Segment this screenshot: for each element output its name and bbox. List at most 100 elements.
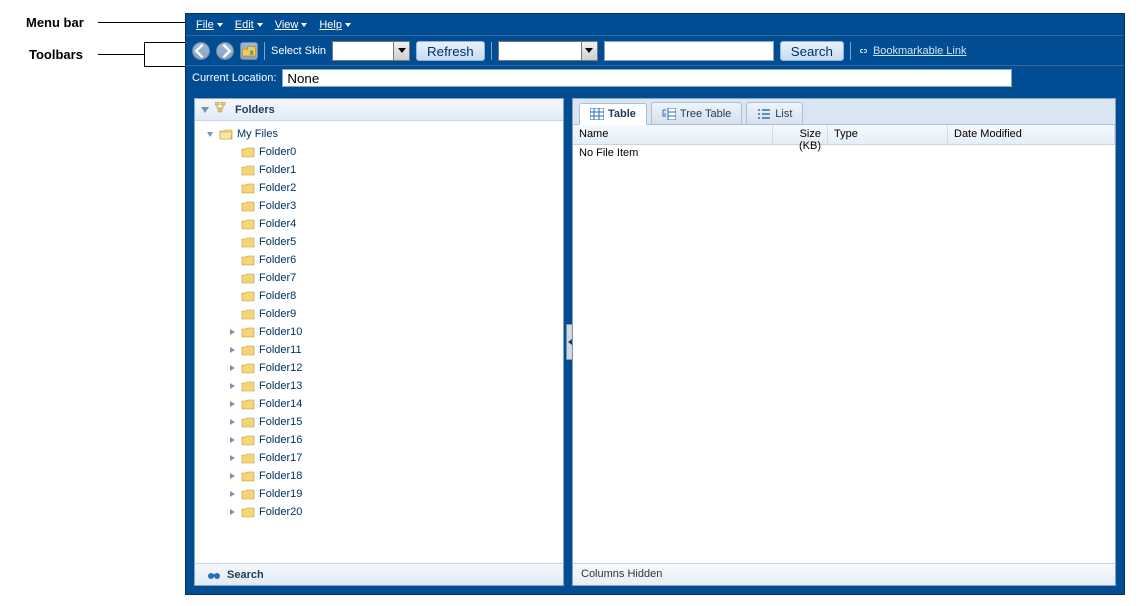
tree-node-folder4[interactable]: Folder4	[227, 215, 563, 233]
tree-node-label: Folder0	[259, 146, 296, 158]
tree-node-folder19[interactable]: Folder19	[227, 485, 563, 503]
twist-closed-icon[interactable]	[227, 345, 237, 355]
tree-node-folder5[interactable]: Folder5	[227, 233, 563, 251]
tab-tree-table[interactable]: Tree Table	[651, 102, 742, 124]
tree-node-label: Folder9	[259, 308, 296, 320]
tree-node-folder14[interactable]: Folder14	[227, 395, 563, 413]
folder-icon	[241, 488, 255, 500]
current-location-label: Current Location:	[192, 72, 276, 84]
app-frame: File Edit View Help Select Skin Refresh …	[185, 13, 1125, 595]
nav-forward-button[interactable]	[216, 42, 234, 60]
refresh-button[interactable]: Refresh	[416, 41, 485, 61]
toolbar-separator	[850, 42, 851, 60]
tree-node-folder16[interactable]: Folder16	[227, 431, 563, 449]
col-header-date[interactable]: Date Modified	[948, 125, 1115, 144]
col-header-type[interactable]: Type	[828, 125, 948, 144]
search-input[interactable]	[604, 41, 774, 61]
tree-node-label: Folder12	[259, 362, 302, 374]
toolbar-separator	[491, 42, 492, 60]
folder-icon	[241, 218, 255, 230]
tab-table[interactable]: Table	[579, 103, 647, 125]
binoculars-icon	[207, 569, 221, 581]
folder-icon	[241, 362, 255, 374]
menu-view[interactable]: View	[271, 17, 312, 33]
menu-help[interactable]: Help	[315, 17, 355, 33]
tree-node-label: Folder10	[259, 326, 302, 338]
tree-node-folder15[interactable]: Folder15	[227, 413, 563, 431]
select-skin-dropdown[interactable]	[332, 41, 410, 61]
tree-node-folder2[interactable]: Folder2	[227, 179, 563, 197]
tree-root-label: My Files	[237, 128, 278, 140]
list-icon	[757, 108, 771, 120]
tree-node-label: Folder16	[259, 434, 302, 446]
tree-node-folder3[interactable]: Folder3	[227, 197, 563, 215]
twist-closed-icon[interactable]	[227, 471, 237, 481]
tree-node-folder20[interactable]: Folder20	[227, 503, 563, 521]
folders-tree: My Files Folder0 Folder1 Folder2 Folder3 Fol…	[195, 121, 563, 563]
tree-node-folder7[interactable]: Folder7	[227, 269, 563, 287]
current-location-input[interactable]	[282, 69, 1012, 87]
folder-icon	[241, 200, 255, 212]
folder-icon	[241, 380, 255, 392]
tree-root-myfiles[interactable]: My Files	[205, 125, 563, 143]
annotation-line	[144, 66, 185, 67]
tree-node-folder1[interactable]: Folder1	[227, 161, 563, 179]
twist-closed-icon[interactable]	[227, 417, 237, 427]
folders-panel: Folders My Files Folder0 Folder1 Folder2 Fo…	[194, 98, 564, 586]
twist-closed-icon[interactable]	[227, 489, 237, 499]
tree-node-folder8[interactable]: Folder8	[227, 287, 563, 305]
tree-node-folder10[interactable]: Folder10	[227, 323, 563, 341]
twist-closed-icon[interactable]	[227, 363, 237, 373]
folder-icon	[241, 434, 255, 446]
annotation-line	[98, 54, 144, 55]
folder-icon	[241, 398, 255, 410]
menu-file[interactable]: File	[192, 17, 227, 33]
tree-node-folder0[interactable]: Folder0	[227, 143, 563, 161]
menu-view-label: View	[275, 19, 299, 31]
annotation-line	[98, 22, 186, 23]
tree-node-label: Folder18	[259, 470, 302, 482]
twist-closed-icon[interactable]	[227, 507, 237, 517]
annotation-line	[144, 42, 185, 43]
dropdown-arrow-icon	[393, 42, 409, 60]
tree-node-folder17[interactable]: Folder17	[227, 449, 563, 467]
twist-closed-icon[interactable]	[227, 453, 237, 463]
menu-edit[interactable]: Edit	[231, 17, 267, 33]
col-header-name[interactable]: Name	[573, 125, 773, 144]
nav-up-button[interactable]	[240, 42, 258, 60]
search-panel-header[interactable]: Search	[195, 563, 563, 585]
folder-icon	[241, 416, 255, 428]
bookmarkable-link[interactable]: Bookmarkable Link	[857, 45, 967, 57]
link-icon	[857, 45, 869, 57]
twist-closed-icon[interactable]	[227, 327, 237, 337]
tree-node-folder6[interactable]: Folder6	[227, 251, 563, 269]
twist-closed-icon[interactable]	[227, 381, 237, 391]
tree-node-label: Folder11	[259, 344, 302, 356]
nav-back-button[interactable]	[192, 42, 210, 60]
tree-node-label: Folder3	[259, 200, 296, 212]
table-icon	[590, 108, 604, 120]
twist-closed-icon[interactable]	[227, 399, 237, 409]
tree-node-label: Folder2	[259, 182, 296, 194]
col-header-size[interactable]: Size (KB)	[773, 125, 828, 144]
tree-node-folder12[interactable]: Folder12	[227, 359, 563, 377]
search-button[interactable]: Search	[780, 41, 844, 61]
tree-node-folder9[interactable]: Folder9	[227, 305, 563, 323]
search-scope-dropdown[interactable]	[498, 41, 598, 61]
tree-node-folder11[interactable]: Folder11	[227, 341, 563, 359]
twist-open-icon[interactable]	[205, 129, 215, 139]
disclosure-down-icon	[201, 107, 209, 113]
folders-panel-header[interactable]: Folders	[195, 99, 563, 121]
tree-node-folder13[interactable]: Folder13	[227, 377, 563, 395]
table-footer: Columns Hidden	[573, 563, 1115, 585]
caret-down-icon	[217, 23, 223, 27]
tree-node-label: Folder5	[259, 236, 296, 248]
twist-closed-icon[interactable]	[227, 435, 237, 445]
folder-icon	[241, 182, 255, 194]
tab-list[interactable]: List	[746, 102, 803, 124]
folder-icon	[241, 470, 255, 482]
body-split: Folders My Files Folder0 Folder1 Folder2 Fo…	[186, 90, 1124, 594]
tree-node-folder18[interactable]: Folder18	[227, 467, 563, 485]
splitter-handle[interactable]	[566, 324, 573, 360]
tree-node-label: Folder14	[259, 398, 302, 410]
